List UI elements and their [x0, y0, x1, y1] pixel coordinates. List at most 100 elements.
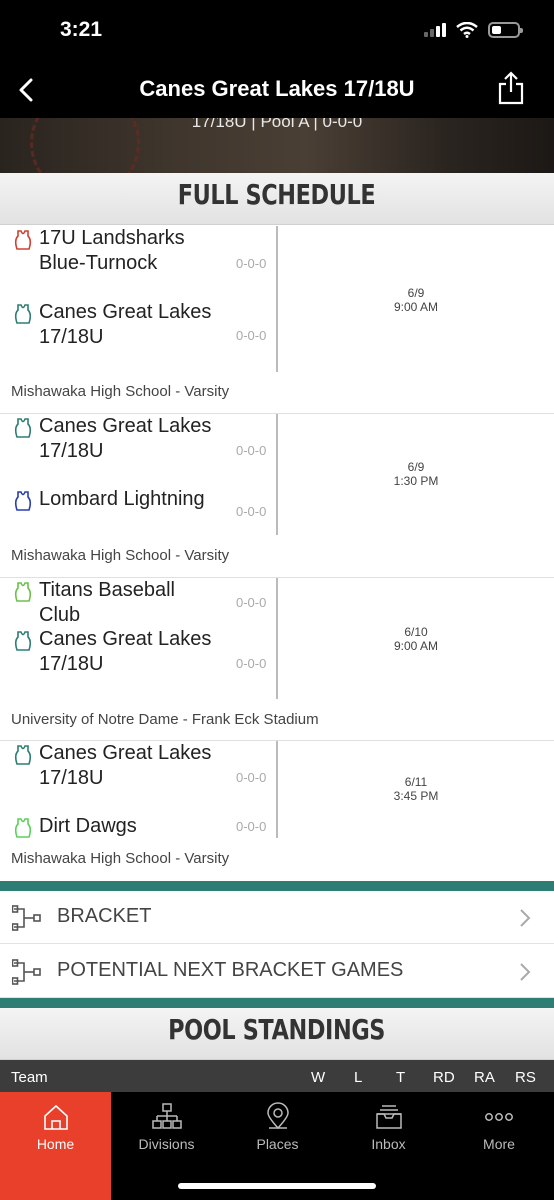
- team-header-image: 17/18U | Pool A | 0-0-0: [0, 118, 554, 173]
- tab-label: Home: [36, 1136, 75, 1152]
- tab-more[interactable]: More: [444, 1092, 554, 1200]
- battery-icon: [488, 22, 523, 38]
- game-time: 3:45 PM: [393, 789, 439, 803]
- status-time: 3:21: [60, 18, 103, 41]
- game-team-row: Canes Great Lakes 17/18U: [0, 300, 214, 349]
- team-subtitle: 17/18U | Pool A | 0-0-0: [191, 118, 363, 131]
- bracket-icon: [12, 959, 41, 985]
- game-date: 6/11: [404, 775, 428, 789]
- wifi-icon: [456, 22, 478, 38]
- jersey-icon: [14, 745, 32, 765]
- pool-standings-header: POOL STANDINGS: [0, 1008, 554, 1060]
- team-name[interactable]: Titans Baseball Club: [39, 578, 214, 627]
- team-record: 0-0-0: [236, 256, 267, 271]
- map-pin-icon: [266, 1102, 289, 1130]
- game-team-row: Canes Great Lakes 17/18U: [0, 414, 214, 463]
- bracket-link[interactable]: BRACKET: [0, 891, 554, 944]
- more-icon: [485, 1113, 513, 1121]
- tab-label: Places: [256, 1136, 299, 1152]
- potential-bracket-games-link[interactable]: POTENTIAL NEXT BRACKET GAMES: [0, 945, 554, 998]
- status-bar: 3:21: [0, 0, 554, 62]
- game-time: 1:30 PM: [393, 474, 439, 488]
- game-venue: Mishawaka High School - Varsity: [11, 383, 230, 400]
- bracket-label: BRACKET: [57, 905, 152, 927]
- jersey-icon: [14, 582, 32, 602]
- game-team-row: Dirt Dawgs: [0, 814, 214, 839]
- game-date: 6/10: [404, 625, 428, 639]
- team-record: 0-0-0: [236, 443, 267, 458]
- status-icons: [424, 22, 523, 38]
- column-rd[interactable]: RD: [433, 1069, 455, 1086]
- tab-home[interactable]: Home: [0, 1092, 111, 1200]
- game-datetime: 6/9 9:00 AM: [278, 286, 554, 314]
- team-record: 0-0-0: [236, 819, 267, 834]
- chevron-right-icon: [520, 963, 531, 981]
- chevron-right-icon: [520, 909, 531, 927]
- game-card[interactable]: 17U Landsharks Blue-Turnock 0-0-0 Canes …: [0, 226, 554, 414]
- column-ra[interactable]: RA: [474, 1069, 495, 1086]
- column-rs[interactable]: RS: [515, 1069, 536, 1086]
- game-venue: Mishawaka High School - Varsity: [11, 850, 230, 867]
- game-card[interactable]: Titans Baseball Club 0-0-0 Canes Great L…: [0, 578, 554, 741]
- full-schedule-title: FULL SCHEDULE: [178, 178, 376, 211]
- column-t[interactable]: T: [396, 1069, 405, 1086]
- game-time: 9:00 AM: [393, 300, 439, 314]
- team-name[interactable]: 17U Landsharks Blue-Turnock: [39, 226, 214, 275]
- jersey-icon: [14, 491, 32, 511]
- column-team[interactable]: Team: [11, 1069, 48, 1086]
- game-team-row: Titans Baseball Club: [0, 578, 214, 627]
- jersey-icon: [14, 230, 32, 250]
- game-date: 6/9: [407, 460, 425, 474]
- jersey-icon: [14, 418, 32, 438]
- section-divider: [0, 881, 554, 891]
- divisions-icon: [151, 1103, 182, 1129]
- team-name[interactable]: Dirt Dawgs: [39, 814, 214, 839]
- screen: 3:21 Canes Great Lakes 17/18U 17/18U | P…: [0, 0, 554, 1200]
- section-divider: [0, 998, 554, 1008]
- game-datetime: 6/9 1:30 PM: [278, 460, 554, 488]
- jersey-icon: [14, 818, 32, 838]
- team-record: 0-0-0: [236, 504, 267, 519]
- column-l[interactable]: L: [354, 1069, 362, 1086]
- game-venue: Mishawaka High School - Varsity: [11, 547, 230, 564]
- potential-bracket-games-label: POTENTIAL NEXT BRACKET GAMES: [57, 959, 404, 981]
- page-title: Canes Great Lakes 17/18U: [139, 76, 415, 101]
- game-time: 9:00 AM: [393, 639, 439, 653]
- tab-label: Divisions: [138, 1136, 195, 1152]
- game-team-row: Lombard Lightning: [0, 487, 214, 512]
- game-date: 6/9: [407, 286, 425, 300]
- jersey-icon: [14, 631, 32, 651]
- team-name[interactable]: Canes Great Lakes 17/18U: [39, 414, 214, 463]
- back-chevron-icon[interactable]: [14, 74, 42, 106]
- game-datetime: 6/10 9:00 AM: [278, 625, 554, 653]
- team-record: 0-0-0: [236, 595, 267, 610]
- share-icon[interactable]: [496, 70, 526, 106]
- standings-table-header: Team W L T RD RA RS: [0, 1060, 554, 1092]
- team-name[interactable]: Canes Great Lakes 17/18U: [39, 741, 214, 790]
- jersey-icon: [14, 304, 32, 324]
- team-record: 0-0-0: [236, 770, 267, 785]
- tab-label: More: [483, 1136, 515, 1152]
- team-name[interactable]: Canes Great Lakes 17/18U: [39, 627, 214, 676]
- pool-standings-title: POOL STANDINGS: [168, 1013, 386, 1046]
- inbox-icon: [375, 1105, 402, 1129]
- bracket-icon: [12, 905, 41, 931]
- home-icon: [43, 1104, 68, 1130]
- team-record: 0-0-0: [236, 656, 267, 671]
- team-name[interactable]: Lombard Lightning: [39, 487, 214, 512]
- game-datetime: 6/11 3:45 PM: [278, 775, 554, 803]
- game-card[interactable]: Canes Great Lakes 17/18U 0-0-0 Lombard L…: [0, 414, 554, 578]
- tab-label: Inbox: [371, 1136, 406, 1152]
- column-w[interactable]: W: [311, 1069, 325, 1086]
- home-indicator[interactable]: [178, 1183, 376, 1189]
- game-card[interactable]: Canes Great Lakes 17/18U 0-0-0 Dirt Dawg…: [0, 741, 554, 881]
- team-record: 0-0-0: [236, 328, 267, 343]
- game-team-row: Canes Great Lakes 17/18U: [0, 741, 214, 790]
- nav-bar: Canes Great Lakes 17/18U: [0, 62, 554, 118]
- team-name[interactable]: Canes Great Lakes 17/18U: [39, 300, 214, 349]
- game-team-row: Canes Great Lakes 17/18U: [0, 627, 214, 676]
- game-team-row: 17U Landsharks Blue-Turnock: [0, 226, 214, 275]
- full-schedule-header: FULL SCHEDULE: [0, 173, 554, 225]
- cellular-signal-icon: [424, 23, 446, 37]
- game-venue: University of Notre Dame - Frank Eck Sta…: [11, 711, 319, 728]
